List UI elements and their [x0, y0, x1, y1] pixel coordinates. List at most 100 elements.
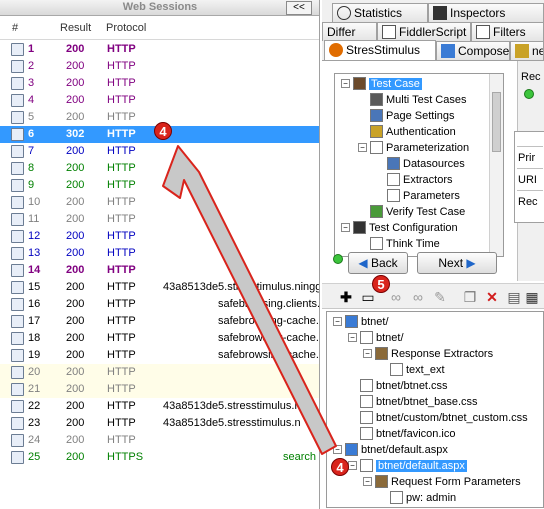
session-row[interactable]: 23 200 HTTP 43a8513de5.stresstimulus.n — [0, 415, 319, 432]
tree-node[interactable]: text_ext — [378, 362, 445, 378]
session-row[interactable]: 1 200 HTTP — [0, 41, 319, 58]
session-row[interactable]: 2 200 HTTP — [0, 58, 319, 75]
session-row[interactable]: 18 200 HTTP safebrowsing-cache. — [0, 330, 319, 347]
tree-expander-icon[interactable]: − — [333, 445, 342, 454]
tab-differ[interactable]: Differ — [322, 22, 377, 41]
tree-expander-icon[interactable]: − — [348, 461, 357, 470]
tree-node[interactable]: btnet/favicon.ico — [348, 426, 456, 442]
tab-composer[interactable]: Composer — [436, 41, 510, 60]
session-row[interactable]: 9 200 HTTP — [0, 177, 319, 194]
session-row[interactable]: 13 200 HTTP — [0, 245, 319, 262]
session-row[interactable]: 19 200 HTTP safebrowsing-cache. — [0, 347, 319, 364]
link-icon — [360, 427, 373, 440]
tab-fiddlerscript[interactable]: FiddlerScript — [377, 22, 471, 41]
tab-ne-label: ne — [532, 44, 543, 58]
tree-node[interactable]: Verify Test Case — [358, 204, 465, 220]
session-number: 6 — [28, 128, 35, 140]
tab-ne[interactable]: ne — [510, 41, 544, 60]
session-row[interactable]: 3 200 HTTP — [0, 75, 319, 92]
session-number: 12 — [28, 230, 41, 242]
test-case-tree[interactable]: − Test Case Multi Test Cases Page Settings A… — [334, 73, 504, 257]
tab-inspectors[interactable]: Inspectors — [428, 3, 544, 22]
session-host: safebrowsing.clients. — [218, 298, 320, 310]
tree-node[interactable]: Parameters — [375, 188, 460, 204]
tree-node[interactable]: Datasources — [375, 156, 465, 172]
session-row[interactable]: 17 200 HTTP safebrowsing-cache. — [0, 313, 319, 330]
session-row[interactable]: 24 200 HTTP — [0, 432, 319, 449]
next-button[interactable]: Next ▶ — [417, 252, 497, 274]
document-icon[interactable]: ▤ — [506, 289, 522, 305]
session-row[interactable]: 10 200 HTTP — [0, 194, 319, 211]
tree-node[interactable]: − btnet/default.aspx — [333, 442, 448, 458]
tab-filters[interactable]: Filters — [471, 22, 544, 41]
tree-node[interactable]: − btnet/ — [348, 330, 404, 346]
column-header-protocol[interactable]: Protocol — [106, 22, 146, 34]
session-row[interactable]: 14 200 HTTP — [0, 262, 319, 279]
tree-node[interactable]: − btnet/default.aspx — [348, 458, 467, 474]
session-row[interactable]: 22 200 HTTP 43a8513de5.stresstimulus.n — [0, 398, 319, 415]
tab-stresstimulus[interactable]: StresStimulus — [324, 40, 436, 61]
session-row[interactable]: 15 200 HTTP 43a8513de5.stresstimulus.ningg — [0, 279, 319, 296]
session-row[interactable]: 20 200 HTTP — [0, 364, 319, 381]
tree-expander-icon[interactable]: − — [333, 317, 342, 326]
session-protocol: HTTP — [107, 332, 136, 344]
session-result: 200 — [66, 434, 85, 446]
tree-expander-icon[interactable]: − — [363, 477, 372, 486]
tree-node[interactable]: − btnet/ — [333, 314, 389, 330]
tree-node[interactable]: btnet/custom/btnet_custom.css — [348, 410, 528, 426]
tree-node[interactable]: − Request Form Parameters — [363, 474, 521, 490]
session-row[interactable]: 4 200 HTTP — [0, 92, 319, 109]
remove-icon[interactable]: ▭ — [360, 289, 376, 305]
tree-expander-icon[interactable]: − — [348, 333, 357, 342]
session-number: 20 — [28, 366, 41, 378]
grid-icon[interactable]: ▦ — [524, 289, 540, 305]
collapse-button[interactable]: << — [286, 1, 312, 15]
tree-scrollbar-thumb[interactable] — [492, 92, 501, 152]
tree-node[interactable]: − Test Configuration — [341, 220, 458, 236]
tab-statistics-label: Statistics — [354, 6, 403, 20]
copy-icon[interactable]: ❐ — [462, 289, 478, 305]
tree-node-label: Response Extractors — [391, 348, 494, 360]
tree-expander-icon[interactable]: − — [358, 143, 367, 152]
tree-node[interactable]: btnet/btnet.css — [348, 378, 448, 394]
session-row[interactable]: 25 200 HTTPS search — [0, 449, 319, 466]
tree-expander-icon[interactable]: − — [363, 349, 372, 358]
session-row[interactable]: 11 200 HTTP — [0, 211, 319, 228]
tree-node[interactable]: Page Settings — [358, 108, 455, 124]
tree-node[interactable]: − Test Case — [341, 76, 422, 92]
back-button[interactable]: ◀ Back — [348, 252, 408, 274]
session-tree[interactable]: − btnet/− btnet/− Response Extractors text_e… — [326, 311, 544, 508]
link-icon[interactable]: ∞ — [388, 289, 404, 305]
tree-scrollbar[interactable] — [489, 74, 503, 256]
column-header-num[interactable]: # — [12, 22, 18, 34]
tree-node[interactable]: Multi Test Cases — [358, 92, 467, 108]
unlink-icon[interactable]: ∞ — [410, 289, 426, 305]
tree-node[interactable]: btnet/btnet_base.css — [348, 394, 478, 410]
tree-node[interactable]: − Parameterization — [358, 140, 469, 156]
briefcase-icon — [353, 77, 366, 90]
tree-node[interactable]: − Response Extractors — [363, 346, 493, 362]
tree-node-label: Datasources — [403, 158, 465, 170]
tree-node-label: Page Settings — [386, 110, 455, 122]
tab-statistics[interactable]: Statistics — [332, 3, 428, 22]
session-row[interactable]: 21 200 HTTP — [0, 381, 319, 398]
tab-composer-label: Composer — [458, 44, 510, 58]
tree-node-label: Think Time — [386, 238, 440, 250]
tree-expander-icon[interactable]: − — [341, 79, 350, 88]
delete-icon[interactable]: ✕ — [484, 289, 500, 305]
add-icon[interactable]: ✚ — [338, 289, 354, 305]
tree-node[interactable]: pw: admin — [378, 490, 456, 506]
script-icon — [11, 162, 24, 175]
tree-node[interactable]: Think Time — [358, 236, 440, 252]
edit-icon[interactable]: ✎ — [432, 289, 448, 305]
session-protocol: HTTP — [107, 434, 136, 446]
session-row[interactable]: 7 200 HTTP — [0, 143, 319, 160]
session-row[interactable]: 16 200 HTTP safebrowsing.clients. — [0, 296, 320, 313]
tree-node[interactable]: Authentication — [358, 124, 456, 140]
tree-expander-icon[interactable]: − — [341, 223, 350, 232]
column-header-result[interactable]: Result — [60, 22, 91, 34]
tab-filters-label: Filters — [493, 25, 526, 39]
session-row[interactable]: 12 200 HTTP — [0, 228, 319, 245]
tree-node[interactable]: Extractors — [375, 172, 453, 188]
session-row[interactable]: 8 200 HTTP — [0, 160, 319, 177]
